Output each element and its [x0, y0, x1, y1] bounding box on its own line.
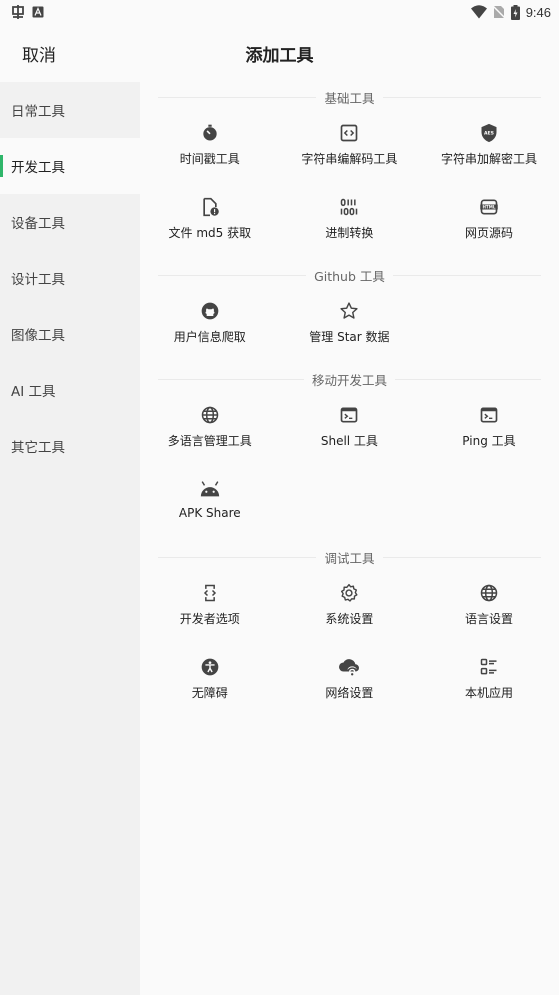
tool-list: 基础工具时间戳工具 字符串编解码工具 AES 字符串加解密工具文件 md5 获取 进制转…: [140, 82, 559, 995]
globe-icon: [478, 582, 500, 604]
sidebar-item-5[interactable]: AI 工具: [0, 362, 140, 418]
github-icon: [199, 300, 221, 322]
accessibility-icon: [199, 656, 221, 678]
wifi-icon: [470, 5, 487, 19]
star-icon: [338, 300, 360, 322]
code-box-icon: [338, 122, 360, 144]
tool-label: 字符串加解密工具: [440, 152, 537, 166]
page-title: 添加工具: [0, 41, 559, 66]
notification-app-icon: [10, 4, 26, 20]
timer-icon: [199, 122, 221, 144]
tool-label: 网页源码: [464, 226, 513, 240]
status-time: 9:46: [525, 4, 551, 20]
tool-label: 字符串编解码工具: [301, 152, 398, 166]
globe-icon: [199, 404, 221, 426]
tool-item[interactable]: 文件 md5 获取: [140, 186, 280, 260]
tool-label: 多语言管理工具: [167, 434, 252, 448]
tool-item[interactable]: 时间戳工具: [140, 112, 280, 186]
sidebar-item-label: 图像工具: [11, 328, 65, 344]
sidebar-item-label: 开发工具: [11, 160, 65, 176]
section-title: Github 工具: [306, 265, 393, 285]
tool-item[interactable]: 用户信息爬取: [140, 290, 280, 364]
tool-label: 本机应用: [464, 686, 513, 700]
section-header: 基础工具: [140, 82, 559, 112]
tool-item[interactable]: 字符串编解码工具: [280, 112, 420, 186]
status-bar: 9:46: [0, 0, 559, 24]
tool-grid: 多语言管理工具 Shell 工具 Ping 工具 APK Share: [140, 394, 559, 542]
aes-shield-icon: AES: [478, 122, 500, 144]
section-title: 移动开发工具: [303, 369, 395, 389]
tool-label: 文件 md5 获取: [168, 226, 252, 240]
tool-item[interactable]: APK Share: [140, 468, 280, 542]
svg-text:HTML: HTML: [482, 205, 495, 210]
android-icon: [199, 478, 221, 500]
tool-item[interactable]: Ping 工具: [419, 394, 559, 468]
tool-item[interactable]: 无障碍: [140, 646, 280, 720]
sidebar-item-label: 设备工具: [11, 216, 65, 232]
category-sidebar: 日常工具开发工具设备工具设计工具图像工具 AI 工具其它工具: [0, 82, 140, 995]
tool-label: 进制转换: [325, 226, 374, 240]
tool-item[interactable]: 系统设置: [280, 572, 420, 646]
section-title: 基础工具: [316, 87, 383, 107]
tool-label: 管理 Star 数据: [309, 330, 390, 344]
tool-label: 系统设置: [325, 612, 374, 626]
tool-item[interactable]: 管理 Star 数据: [280, 290, 420, 364]
status-right: 9:46: [470, 4, 551, 20]
sidebar-item-label: AI 工具: [11, 384, 56, 400]
settings-icon: [338, 582, 360, 604]
tool-label: 无障碍: [191, 686, 228, 700]
tool-item[interactable]: 进制转换: [280, 186, 420, 260]
page-title-text: 添加工具: [245, 46, 314, 66]
tool-label: Shell 工具: [320, 434, 378, 448]
notification-a-icon: [32, 6, 44, 18]
sidebar-item-4[interactable]: 图像工具: [0, 306, 140, 362]
tool-label: 时间戳工具: [179, 152, 240, 166]
terminal-icon: [478, 404, 500, 426]
wifi-cloud-icon: [338, 656, 360, 678]
app-bar: 取消 添加工具: [0, 24, 559, 82]
tool-item[interactable]: 语言设置: [419, 572, 559, 646]
tool-item[interactable]: 本机应用: [419, 646, 559, 720]
tool-label: 开发者选项: [179, 612, 240, 626]
tool-item[interactable]: Shell 工具: [280, 394, 420, 468]
tool-item[interactable]: 多语言管理工具: [140, 394, 280, 468]
sidebar-item-label: 日常工具: [11, 104, 65, 120]
tool-label: Ping 工具: [462, 434, 516, 448]
section-header: 移动开发工具: [140, 364, 559, 394]
file-alert-icon: [199, 196, 221, 218]
battery-charging-icon: [510, 4, 520, 20]
sidebar-item-label: 其它工具: [11, 440, 65, 456]
tool-label: 语言设置: [464, 612, 513, 626]
tool-item[interactable]: 网络设置: [280, 646, 420, 720]
tool-item[interactable]: HTML 网页源码: [419, 186, 559, 260]
tool-grid: 时间戳工具 字符串编解码工具 AES 字符串加解密工具文件 md5 获取 进制转换 HTM…: [140, 112, 559, 260]
section-header: 调试工具: [140, 542, 559, 572]
developer-mode-icon: [199, 582, 221, 604]
svg-text:AES: AES: [484, 131, 494, 137]
tool-grid: 用户信息爬取 管理 Star 数据: [140, 290, 559, 364]
sidebar-item-0[interactable]: 日常工具: [0, 82, 140, 138]
sidebar-item-3[interactable]: 设计工具: [0, 250, 140, 306]
tool-label: APK Share: [178, 506, 241, 520]
tool-item[interactable]: AES 字符串加解密工具: [419, 112, 559, 186]
no-sim-icon: [492, 5, 505, 19]
section-title: 调试工具: [316, 547, 383, 567]
tool-item[interactable]: 开发者选项: [140, 572, 280, 646]
html-icon: HTML: [478, 196, 500, 218]
tool-label: 网络设置: [325, 686, 374, 700]
binary-icon: [338, 196, 360, 218]
sidebar-item-2[interactable]: 设备工具: [0, 194, 140, 250]
app-list-icon: [478, 656, 500, 678]
section-header: Github 工具: [140, 260, 559, 290]
sidebar-item-6[interactable]: 其它工具: [0, 418, 140, 474]
sidebar-item-1[interactable]: 开发工具: [0, 138, 140, 194]
terminal-icon: [338, 404, 360, 426]
sidebar-item-label: 设计工具: [11, 272, 65, 288]
status-left: [10, 4, 44, 20]
tool-grid: 开发者选项 系统设置 语言设置无障碍 网络设置 本机应用: [140, 572, 559, 720]
tool-label: 用户信息爬取: [173, 330, 246, 344]
